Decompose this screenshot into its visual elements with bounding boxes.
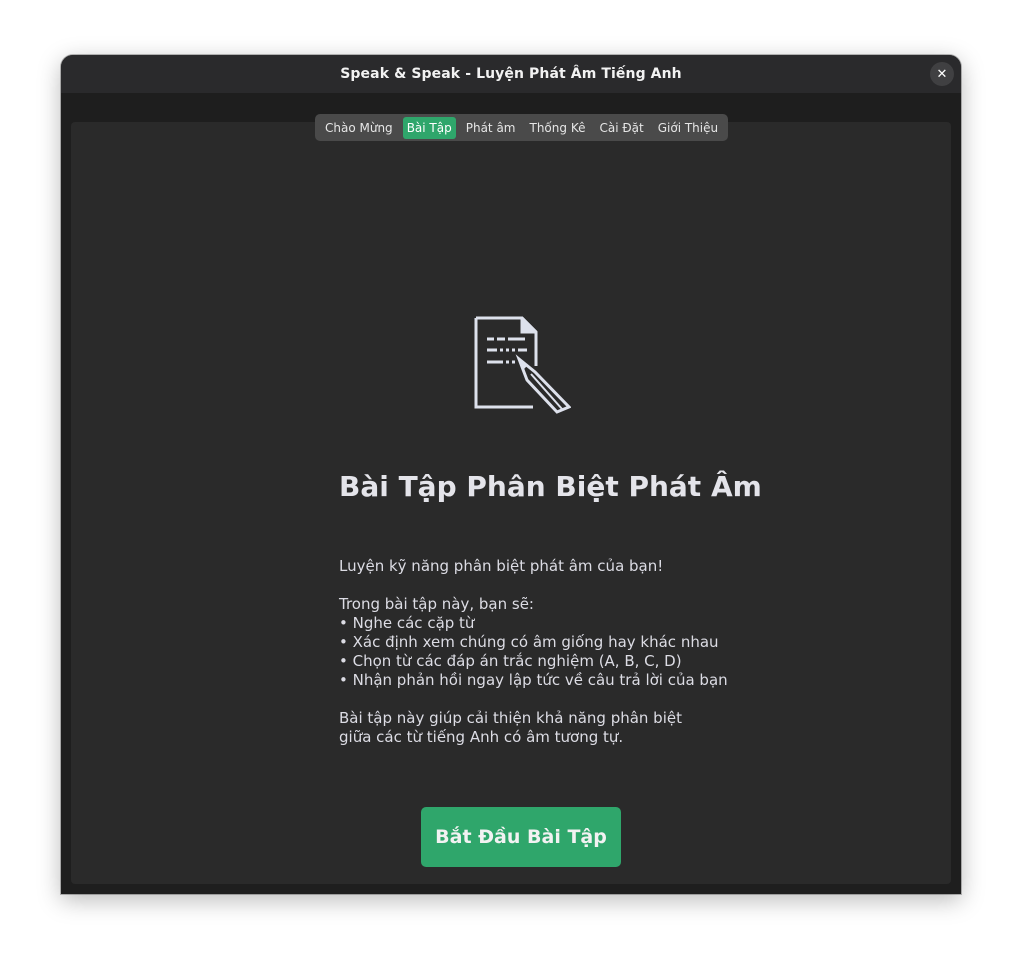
outro-text-line2: giữa các từ tiếng Anh có âm tương tự. — [339, 728, 624, 746]
tab-settings[interactable]: Cài Đặt — [595, 117, 647, 139]
outro-text-line1: Bài tập này giúp cải thiện khả năng phân… — [339, 709, 682, 727]
close-button[interactable]: ✕ — [930, 62, 954, 86]
tab-pronunciation[interactable]: Phát âm — [462, 117, 520, 139]
window-title: Speak & Speak - Luyện Phát Âm Tiếng Anh — [340, 66, 682, 82]
tab-statistics[interactable]: Thống Kê — [526, 117, 590, 139]
start-exercise-button[interactable]: Bắt Đầu Bài Tập — [421, 807, 621, 867]
tab-exercise[interactable]: Bài Tập — [402, 116, 456, 139]
close-icon: ✕ — [936, 66, 948, 82]
tab-bar: Chào Mừng Bài Tập Phát âm Thống Kê Cài Đ… — [315, 114, 729, 141]
list-item: • Nghe các cặp từ — [339, 614, 475, 632]
intro-text: Luyện kỹ năng phân biệt phát âm của bạn! — [339, 557, 664, 575]
title-bar[interactable]: Speak & Speak - Luyện Phát Âm Tiếng Anh … — [61, 55, 961, 93]
app-window: Speak & Speak - Luyện Phát Âm Tiếng Anh … — [61, 55, 961, 894]
list-item: • Xác định xem chúng có âm giống hay khá… — [339, 633, 719, 651]
main-panel: Bài Tập Phân Biệt Phát Âm Luyện kỹ năng … — [71, 122, 951, 884]
tab-welcome[interactable]: Chào Mừng — [321, 117, 397, 139]
document-pencil-icon — [471, 314, 572, 414]
list-item: • Nhận phản hồi ngay lập tức về câu trả … — [339, 671, 728, 689]
description: Luyện kỹ năng phân biệt phát âm của bạn!… — [339, 557, 779, 747]
tab-about[interactable]: Giới Thiệu — [654, 117, 722, 139]
page-heading: Bài Tập Phân Biệt Phát Âm — [339, 470, 762, 503]
list-title: Trong bài tập này, bạn sẽ: — [339, 595, 534, 613]
list-item: • Chọn từ các đáp án trắc nghiệm (A, B, … — [339, 652, 682, 670]
